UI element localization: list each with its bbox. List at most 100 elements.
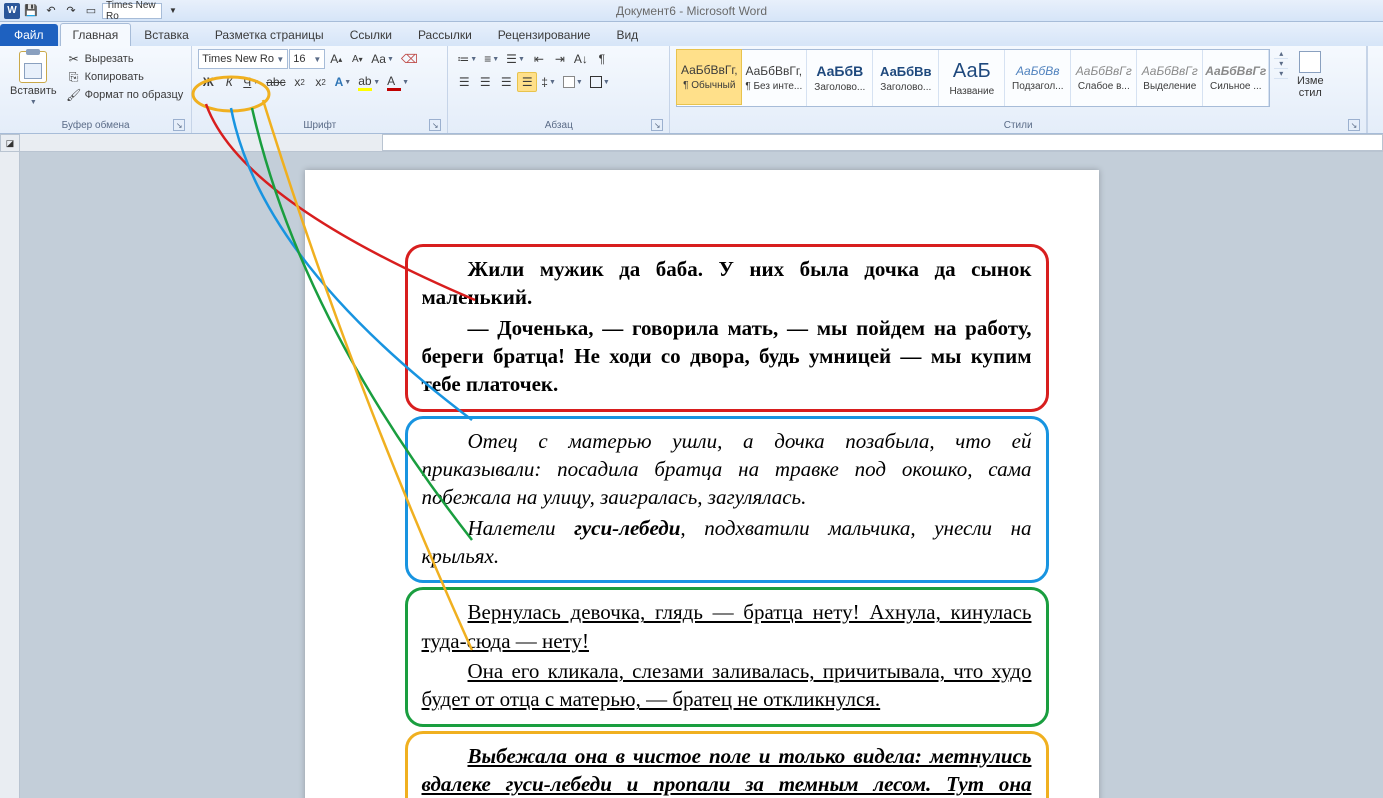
document-canvas[interactable]: Жили мужик да баба. У них была дочка да …	[20, 152, 1383, 798]
grow-font-button[interactable]: A▴	[326, 49, 346, 69]
cut-label: Вырезать	[85, 53, 134, 65]
copy-icon: ⎘	[67, 70, 81, 84]
style-card[interactable]: АаБНазвание	[939, 50, 1005, 106]
save-icon[interactable]: 💾	[22, 2, 40, 20]
styles-scroll[interactable]: ▴▾▾	[1274, 49, 1288, 79]
decrease-indent-button[interactable]: ⇤	[529, 49, 549, 69]
paragraph[interactable]: Налетели гуси-лебеди, подхватили мальчик…	[422, 514, 1032, 571]
style-card[interactable]: АаБбВвГгВыделение	[1137, 50, 1203, 106]
group-clipboard-label: Буфер обмена↘	[6, 119, 185, 132]
style-card[interactable]: АаБбВвГгСильное ...	[1203, 50, 1269, 106]
change-styles-label: Изме стил	[1297, 75, 1324, 99]
paragraph[interactable]: Вернулась девочка, глядь — братца нету! …	[422, 598, 1032, 655]
change-styles-button[interactable]: Изме стил	[1292, 49, 1328, 101]
paragraph[interactable]: Отец с матерью ушли, а дочка позабыла, ч…	[422, 427, 1032, 512]
justify-button[interactable]: ☰	[517, 72, 537, 92]
borders-button[interactable]: ▼	[587, 72, 613, 92]
tab-Рецензирование[interactable]: Рецензирование	[485, 23, 604, 46]
superscript-button[interactable]: x2	[311, 72, 331, 92]
shading-button[interactable]: ▼	[560, 72, 586, 92]
align-right-button[interactable]: ☰	[496, 72, 516, 92]
italic-button[interactable]: К	[219, 72, 239, 92]
paragraph[interactable]: — Доченька, — говорила мать, — мы пойдем…	[422, 314, 1032, 399]
style-card[interactable]: АаБбВвГг,¶ Без инте...	[741, 50, 807, 106]
clear-formatting-button[interactable]: ⌫	[398, 49, 421, 69]
tab-Главная[interactable]: Главная	[60, 23, 132, 46]
ribbon-right-edge	[1367, 46, 1383, 133]
vertical-ruler[interactable]	[0, 152, 20, 798]
word-app-icon[interactable]: W	[4, 3, 20, 19]
group-clipboard: Вставить ▼ ✂ Вырезать ⎘Копировать 🖌Формат…	[0, 46, 192, 133]
qat-customize-icon[interactable]: ▼	[164, 2, 182, 20]
callout-underline: Вернулась девочка, глядь — братца нету! …	[405, 587, 1049, 726]
horizontal-ruler[interactable]	[20, 134, 1383, 152]
style-card[interactable]: АаБбВв Заголово...	[873, 50, 939, 106]
tab-Вставка[interactable]: Вставка	[131, 23, 202, 46]
style-name: Заголово...	[880, 82, 931, 93]
qat-font-combo[interactable]: Times New Ro	[102, 3, 162, 19]
callout-bold-italic-underline: Выбежала она в чистое поле и только виде…	[405, 731, 1049, 798]
font-color-button[interactable]: A▼	[384, 72, 412, 92]
style-card[interactable]: АаБбВвГг,¶ Обычный	[676, 49, 742, 105]
font-name-value: Times New Ro	[202, 53, 274, 65]
style-sample: АаБбВв	[880, 64, 932, 79]
group-paragraph-label: Абзац↘	[454, 119, 663, 132]
bold-button[interactable]: Ж	[198, 72, 218, 92]
paste-label: Вставить	[10, 85, 57, 97]
callout-italic: Отец с матерью ушли, а дочка позабыла, ч…	[405, 416, 1049, 584]
font-name-combo[interactable]: Times New Ro▼	[198, 49, 288, 69]
tab-Ссылки[interactable]: Ссылки	[337, 23, 405, 46]
paragraph-dialog-launcher[interactable]: ↘	[651, 119, 663, 131]
line-spacing-button[interactable]: ‡▼	[538, 72, 559, 92]
tab-Вид[interactable]: Вид	[603, 23, 651, 46]
format-painter-button[interactable]: 🖌Формат по образцу	[65, 87, 186, 103]
ruler-corner[interactable]: ◪	[0, 134, 20, 152]
paragraph[interactable]: Выбежала она в чистое поле и только виде…	[422, 742, 1032, 798]
file-tab[interactable]: Файл	[0, 24, 58, 46]
subscript-button[interactable]: x2	[290, 72, 310, 92]
group-paragraph: ≔▼ ≡▼ ☰▼ ⇤ ⇥ A↓ ¶ ☰ ☰ ☰ ☰ ‡▼ ▼ ▼ Абзац↘	[448, 46, 670, 133]
align-center-button[interactable]: ☰	[475, 72, 495, 92]
style-card[interactable]: АаБбВвГгСлабое в...	[1071, 50, 1137, 106]
underline-button[interactable]: Ч▼	[240, 72, 262, 92]
document-body[interactable]: Жили мужик да баба. У них была дочка да …	[405, 244, 1049, 798]
text-effects-button[interactable]: A▼	[332, 72, 355, 92]
strikethrough-button[interactable]: abc	[263, 72, 288, 92]
highlight-button[interactable]: ab▼	[355, 72, 383, 92]
paragraph[interactable]: Жили мужик да баба. У них была дочка да …	[422, 255, 1032, 312]
style-card[interactable]: АаБбВвПодзагол...	[1005, 50, 1071, 106]
bullets-button[interactable]: ≔▼	[454, 49, 480, 69]
increase-indent-button[interactable]: ⇥	[550, 49, 570, 69]
style-name: Слабое в...	[1078, 81, 1130, 92]
style-sample: АаБбВв	[1016, 64, 1060, 78]
copy-button[interactable]: ⎘Копировать	[65, 69, 186, 85]
multilevel-button[interactable]: ☰▼	[503, 49, 528, 69]
scissors-icon: ✂	[67, 52, 81, 66]
style-sample: АаБбВвГг,	[681, 63, 738, 77]
paragraph[interactable]: Она его кликала, слезами заливалась, при…	[422, 657, 1032, 714]
font-dialog-launcher[interactable]: ↘	[429, 119, 441, 131]
sort-button[interactable]: A↓	[571, 49, 591, 69]
quick-access-toolbar: W 💾 ↶ ↷ ▭ Times New Ro ▼	[4, 2, 182, 20]
align-left-button[interactable]: ☰	[454, 72, 474, 92]
ribbon-tabs: Файл ГлавнаяВставкаРазметка страницыСсыл…	[0, 22, 1383, 46]
tab-Разметка страницы[interactable]: Разметка страницы	[202, 23, 337, 46]
change-case-button[interactable]: Aa▼	[368, 49, 397, 69]
undo-icon[interactable]: ↶	[42, 2, 60, 20]
redo-icon[interactable]: ↷	[62, 2, 80, 20]
cut-button[interactable]: ✂ Вырезать	[65, 51, 186, 67]
styles-gallery[interactable]: АаБбВвГг,¶ ОбычныйАаБбВвГг,¶ Без инте...…	[676, 49, 1270, 107]
font-size-combo[interactable]: 16▼	[289, 49, 325, 69]
new-doc-icon[interactable]: ▭	[82, 2, 100, 20]
paste-button[interactable]: Вставить ▼	[6, 49, 61, 108]
show-marks-button[interactable]: ¶	[592, 49, 612, 69]
group-font-label: Шрифт↘	[198, 119, 441, 132]
clipboard-dialog-launcher[interactable]: ↘	[173, 119, 185, 131]
numbering-button[interactable]: ≡▼	[481, 49, 502, 69]
styles-dialog-launcher[interactable]: ↘	[1348, 119, 1360, 131]
style-card[interactable]: АаБбВЗаголово...	[807, 50, 873, 106]
tab-Рассылки[interactable]: Рассылки	[405, 23, 485, 46]
paste-icon	[19, 51, 47, 83]
shrink-font-button[interactable]: A▾	[347, 49, 367, 69]
window-title: Документ6 - Microsoft Word	[616, 4, 767, 18]
